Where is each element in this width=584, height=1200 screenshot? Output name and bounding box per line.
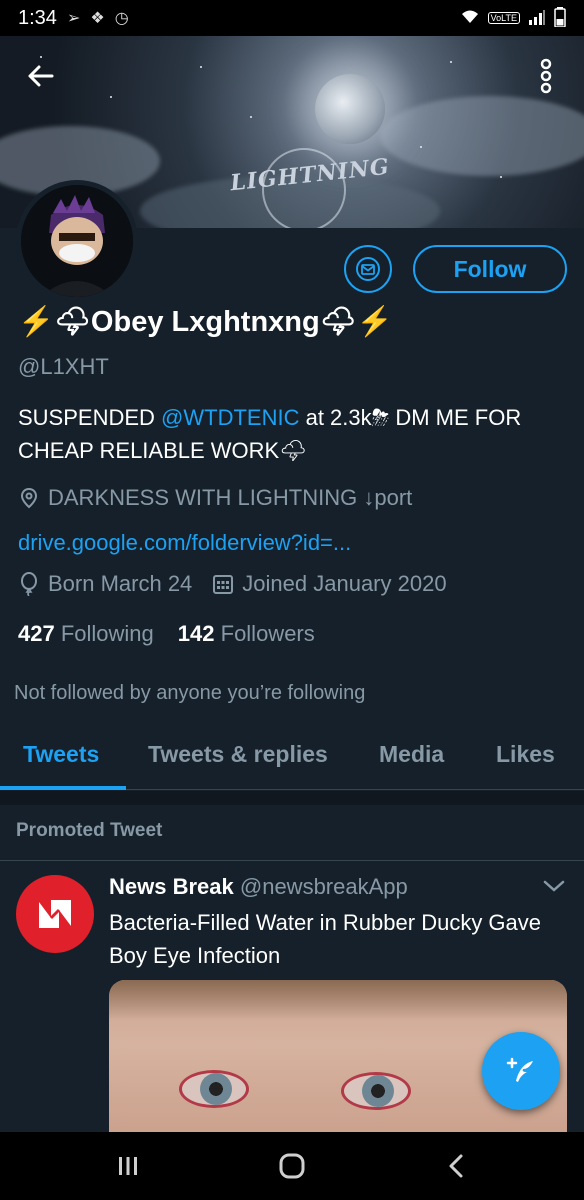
tweet-author-name[interactable]: News Break xyxy=(109,874,234,899)
balloon-icon xyxy=(21,572,37,596)
followers-label: Followers xyxy=(220,621,315,646)
location-text: DARKNESS WITH LIGHTNING ↓port xyxy=(48,485,413,510)
home-button[interactable] xyxy=(262,1146,322,1186)
tweet-options-button[interactable] xyxy=(542,878,568,898)
tweet-header: News Break @newsbreakApp xyxy=(109,874,408,900)
tab-likes[interactable]: Likes xyxy=(496,741,555,768)
message-button[interactable] xyxy=(344,245,392,293)
alarm-icon: ◷ xyxy=(114,10,129,27)
arrow-left-icon xyxy=(28,65,54,87)
system-navigation-bar xyxy=(0,1132,584,1200)
location-pin-icon xyxy=(20,487,38,509)
profile-avatar[interactable] xyxy=(16,180,138,302)
envelope-icon xyxy=(356,257,380,281)
separator-line xyxy=(0,860,584,861)
news-break-avatar[interactable] xyxy=(16,875,94,953)
wifi-icon xyxy=(460,9,480,28)
back-button[interactable] xyxy=(22,58,58,94)
chevron-left-icon xyxy=(449,1154,463,1178)
promoted-tweet-label: Promoted Tweet xyxy=(16,820,163,841)
user-handle: @L1XHT xyxy=(18,354,109,379)
photo-eye-right xyxy=(341,1072,411,1110)
active-tab-indicator xyxy=(0,786,126,790)
location-row: DARKNESS WITH LIGHTNING ↓port xyxy=(18,485,412,511)
signal-icon xyxy=(528,9,546,28)
photo-hair-region xyxy=(109,980,567,1020)
tab-tweets-replies[interactable]: Tweets & replies xyxy=(148,741,328,768)
bio-mention-link[interactable]: @WTDTENIC xyxy=(161,405,299,430)
birthday-text: Born March 24 xyxy=(48,571,193,596)
compose-feather-icon xyxy=(506,1057,533,1082)
website-row: drive.google.com/folderview?id=... xyxy=(18,530,351,556)
following-label: Following xyxy=(60,621,154,646)
profile-bio: SUSPENDED @WTDTENIC at 2.3k⛈ DM ME FOR C… xyxy=(18,401,568,467)
tab-media[interactable]: Media xyxy=(379,741,444,768)
battery-icon xyxy=(554,6,566,30)
followers-count: 142 xyxy=(177,621,215,646)
news-break-logo-icon xyxy=(39,900,71,928)
avatar-character-image xyxy=(21,185,133,297)
profile-tabs: Tweets Tweets & replies Media Likes xyxy=(0,724,584,790)
joined-text: Joined January 2020 xyxy=(242,571,447,596)
follow-button[interactable]: Follow xyxy=(413,245,567,293)
not-followed-notice: Not followed by anyone you’re following xyxy=(14,682,366,704)
compose-tweet-button[interactable] xyxy=(482,1032,560,1110)
calendar-icon xyxy=(213,575,234,594)
tweet-text: Bacteria-Filled Water in Rubber Ducky Ga… xyxy=(109,910,542,968)
display-name: ⚡🌩Obey Lxghtnxng🌩⚡ xyxy=(18,306,393,338)
moon-graphic xyxy=(315,74,385,144)
follow-counts: 427 Following 142 Followers xyxy=(18,621,315,647)
status-bar: 1:34 ➢ ❖ ◷ VoLTE xyxy=(0,0,584,36)
more-vertical-icon xyxy=(540,58,552,94)
website-link[interactable]: drive.google.com/folderview?id=... xyxy=(18,530,351,556)
recent-apps-button[interactable] xyxy=(98,1146,158,1186)
dates-row: Born March 24 Joined January 2020 xyxy=(18,571,447,597)
status-time: 1:34 xyxy=(18,6,57,29)
volte-label: VoLTE xyxy=(487,12,520,24)
section-divider xyxy=(0,791,584,805)
forward-notification-icon: ➢ xyxy=(66,10,81,27)
dropbox-icon: ❖ xyxy=(90,10,105,27)
tweet-author-handle[interactable]: @newsbreakApp xyxy=(240,874,408,899)
photo-eye-left xyxy=(179,1070,249,1108)
bio-text-start: SUSPENDED xyxy=(18,405,162,430)
following-count: 427 xyxy=(18,621,55,646)
followers-link[interactable]: 142 Followers xyxy=(178,621,315,647)
home-icon xyxy=(279,1153,305,1179)
system-back-button[interactable] xyxy=(426,1146,486,1186)
more-options-button[interactable] xyxy=(530,56,562,96)
recent-apps-icon xyxy=(119,1157,137,1175)
following-link[interactable]: 427 Following xyxy=(18,621,154,647)
chevron-down-icon xyxy=(543,880,565,892)
tab-tweets[interactable]: Tweets xyxy=(23,741,99,768)
